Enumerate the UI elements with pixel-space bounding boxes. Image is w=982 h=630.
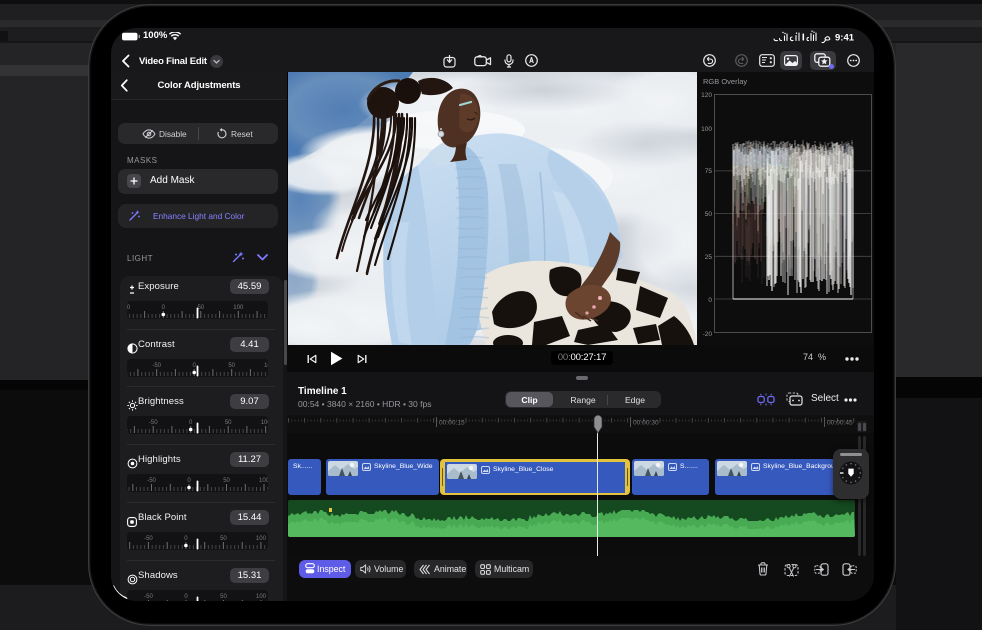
svg-text:0: 0 (193, 363, 197, 369)
svg-text:100: 100 (259, 478, 268, 484)
svg-text:100: 100 (233, 305, 244, 311)
svg-text:50: 50 (705, 211, 713, 218)
svg-text:-50: -50 (144, 536, 153, 542)
svg-text:00:00:45: 00:00:45 (827, 420, 853, 427)
svg-text:120: 120 (701, 92, 712, 99)
svg-text:50: 50 (225, 420, 232, 426)
svg-text:-20: -20 (703, 331, 713, 338)
svg-text:0: 0 (189, 420, 193, 426)
svg-text:100: 100 (701, 126, 712, 133)
svg-text:50: 50 (220, 536, 227, 542)
svg-text:0: 0 (184, 594, 188, 600)
svg-text:-50: -50 (147, 478, 156, 484)
svg-text:-50: -50 (127, 305, 131, 311)
svg-text:-50: -50 (152, 363, 161, 369)
svg-text:00:00:30: 00:00:30 (633, 420, 659, 427)
svg-text:0: 0 (184, 536, 188, 542)
svg-text:0: 0 (162, 305, 166, 311)
svg-text:-50: -50 (144, 594, 153, 600)
svg-text:50: 50 (228, 363, 235, 369)
svg-text:50: 50 (197, 305, 204, 311)
svg-text:75: 75 (705, 168, 713, 175)
svg-text:9:41: 9:41 (835, 33, 855, 44)
svg-text:-50: -50 (149, 420, 158, 426)
svg-text:0: 0 (708, 297, 712, 304)
svg-text:100: 100 (261, 420, 268, 426)
svg-text:RGB Overlay: RGB Overlay (703, 77, 747, 86)
svg-text:0: 0 (187, 478, 191, 484)
svg-text:00:00:15: 00:00:15 (439, 420, 465, 427)
svg-text:100: 100 (264, 363, 268, 369)
svg-text:100: 100 (256, 536, 267, 542)
svg-text:50: 50 (220, 594, 227, 600)
svg-text:50: 50 (223, 478, 230, 484)
svg-text:100: 100 (256, 594, 267, 600)
svg-text:25: 25 (705, 254, 713, 261)
